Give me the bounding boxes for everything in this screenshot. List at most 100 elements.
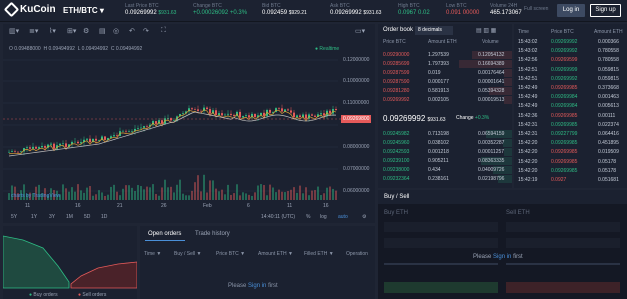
history-price: 0.09269599 (551, 57, 578, 64)
col-operation: Operation (346, 251, 368, 257)
view-toggle-icons[interactable]: ▤ ▥ ▦ (476, 27, 496, 34)
tab-trade-history[interactable]: Trade history (195, 231, 230, 237)
pair-selector[interactable]: ETH/BTC ▾ (63, 6, 104, 15)
depth-chart-panel: ● Buy orders ● Sell orders (3, 226, 137, 299)
history-amount: 0.05178 (598, 158, 617, 165)
history-price: 0.09269985 (551, 167, 578, 174)
book-amount: 0.001218 (428, 149, 449, 155)
stat-label: Volume 24H (490, 3, 518, 9)
timeframe-5y[interactable]: 5Y (11, 214, 17, 220)
candle-body (29, 147, 31, 149)
volume-bar (167, 187, 169, 200)
candle-body (128, 131, 130, 132)
candle-body (74, 141, 76, 143)
prompt-text: Please (473, 254, 492, 260)
candle-body (239, 111, 241, 118)
tradingview-brand[interactable]: charts by TradingView (11, 193, 60, 199)
x-tick: 6 (247, 203, 250, 209)
volume-bar (80, 190, 82, 200)
ask-row[interactable]: 0.09285699 1.797393 0.16694389 (378, 60, 512, 68)
candle-body (104, 136, 106, 140)
buy-amount-slider[interactable] (384, 263, 498, 265)
timeframe-1m[interactable]: 1M (66, 214, 73, 220)
signin-link[interactable]: Sign in (493, 254, 511, 260)
timeframe-3y[interactable]: 3Y (49, 214, 55, 220)
book-volume: 0.12054132 (478, 52, 505, 58)
candle-body (320, 113, 322, 115)
volume-bar (254, 192, 256, 200)
book-price: 0.09290000 (383, 52, 410, 58)
bid-row[interactable]: 0.09242593 0.001218 0.00011257 (378, 148, 512, 156)
candle-body (86, 138, 88, 140)
book-amount: 0.905211 (428, 158, 449, 164)
timeframe-1y[interactable]: 1Y (31, 214, 37, 220)
stat-label: Bid BTC (262, 3, 281, 9)
ask-row[interactable]: 0.09281280 0.581913 0.05394328 (378, 87, 512, 95)
bid-row[interactable]: 0.09232364 0.238161 0.02198796 (378, 175, 512, 183)
sell-amount-input[interactable] (506, 238, 620, 248)
login-button[interactable]: Log in (557, 4, 585, 17)
candle-body (89, 138, 91, 143)
order-book-title: Order book (383, 27, 414, 33)
buy-button[interactable] (384, 282, 498, 293)
book-amount: 1.797393 (428, 61, 449, 67)
tab-open-orders[interactable]: Open orders (148, 231, 181, 237)
candle-body (20, 151, 22, 153)
stat-sub: +0.3% (229, 10, 248, 16)
signin-link[interactable]: Sign in (248, 283, 266, 289)
ask-row[interactable]: 0.09269992 0.002105 0.00019513 (378, 96, 512, 104)
col-price[interactable]: Price BTC ▼ (216, 251, 245, 257)
col-time[interactable]: Time ▼ (144, 251, 161, 257)
history-time: 15:43:02 (518, 39, 538, 45)
logo[interactable]: KuCoin (3, 1, 56, 18)
signup-button[interactable]: Sign up (590, 4, 621, 17)
timeframe-5d[interactable]: 5D (84, 214, 90, 220)
buy-price-input[interactable] (384, 222, 498, 232)
sell-button[interactable] (506, 282, 620, 293)
ask-row[interactable]: 0.09290000 1.297539 0.12054132 (378, 51, 512, 59)
bid-row[interactable]: 0.09238000 0.434 0.04009726 (378, 166, 512, 174)
col-filled[interactable]: Filled ETH ▼ (304, 251, 334, 257)
ask-row[interactable]: 0.09287599 0.019 0.00176464 (378, 69, 512, 77)
candle-body (14, 151, 16, 152)
history-time: 15:42:49 (518, 85, 538, 91)
candle-body (26, 147, 28, 149)
bid-row[interactable]: 0.09245960 0.038102 0.00352287 (378, 139, 512, 147)
candle-body (242, 116, 244, 118)
legend-buy-label: Buy orders (33, 292, 58, 298)
sell-price-input[interactable] (506, 222, 620, 232)
bid-row[interactable]: 0.09239100 0.905211 0.08363335 (378, 157, 512, 165)
bid-row[interactable]: 0.09245982 0.713198 0.06594159 (378, 130, 512, 138)
x-tick: 11 (287, 203, 293, 209)
volume-bar (251, 195, 253, 200)
col-amount[interactable]: Amount ETH ▼ (258, 251, 293, 257)
book-volume: 0.00352287 (478, 140, 505, 146)
fullscreen-button[interactable]: Full screen (524, 6, 548, 12)
volume-bar (212, 180, 214, 200)
col-amount: Amount ETH (594, 29, 623, 35)
candle-body (38, 147, 40, 149)
book-amount: 0.000177 (428, 79, 449, 85)
candle-body (329, 110, 331, 114)
log-scale-toggle[interactable]: log (320, 214, 327, 220)
col-buy-sell[interactable]: Buy / Sell ▼ (174, 251, 201, 257)
candle-body (299, 115, 301, 118)
decimals-select[interactable]: 8 decimals (415, 26, 453, 35)
timeframe-1d[interactable]: 1D (101, 214, 107, 220)
candle-body (323, 113, 325, 116)
candle-body (215, 110, 217, 115)
volume-bar (194, 182, 196, 200)
candle-body (314, 115, 316, 117)
history-amount: 0.05178 (598, 167, 617, 174)
volume-bar (311, 190, 313, 200)
book-amount: 0.238161 (428, 176, 449, 182)
sell-amount-slider[interactable] (506, 263, 620, 265)
stat-ask: Ask BTC 0.09269992 $931.63 (330, 3, 381, 17)
percent-scale-toggle[interactable]: % (306, 214, 310, 220)
chart-settings-icon[interactable]: ⚙ (362, 214, 366, 220)
auto-scale-toggle[interactable]: auto (338, 214, 348, 220)
stat-value: 0.0967 (398, 10, 417, 16)
volume-bar (125, 185, 127, 200)
buy-amount-input[interactable] (384, 238, 498, 248)
ask-row[interactable]: 0.09287590 0.000177 0.00001641 (378, 78, 512, 86)
